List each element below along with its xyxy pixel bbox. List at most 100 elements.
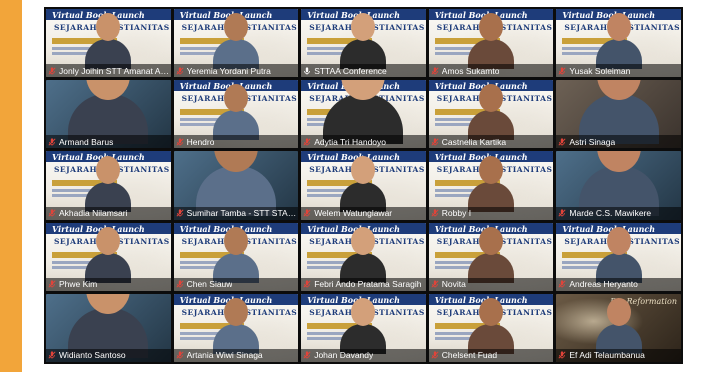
mic-muted-icon <box>176 67 184 75</box>
participant-video <box>323 80 404 145</box>
name-bar: Hendro <box>173 135 299 149</box>
name-bar: Akhadia Nilamsari <box>46 206 171 220</box>
participant-tile[interactable]: Virtual Book LaunchSEJARAH KRISTIANITAS … <box>46 9 171 78</box>
participant-tile[interactable]: Virtual Book LaunchSEJARAH KRISTIANITAS … <box>173 9 299 78</box>
participant-video <box>595 226 642 283</box>
participant-tile[interactable]: Astri Sinaga <box>556 80 681 149</box>
participant-tile[interactable]: Virtual Book LaunchSEJARAH KRISTIANITAS … <box>556 9 681 78</box>
participant-video <box>468 155 515 212</box>
participant-tile[interactable]: Virtual Book LaunchSEJARAH KRISTIANITAS … <box>301 80 426 149</box>
participant-name: Yeremia Yordani Putra <box>186 65 271 76</box>
name-bar: Marde C.S. Mawikere <box>556 206 681 220</box>
participant-tile[interactable]: Virtual Book LaunchSEJARAH KRISTIANITAS … <box>301 293 426 362</box>
participant-name: Ef Adi Telaumbanua <box>569 350 645 361</box>
participant-tile[interactable]: Armand Barus <box>46 80 171 149</box>
participant-name: Castnelia Kartika <box>441 136 507 147</box>
participant-tile[interactable]: Virtual Book LaunchSEJARAH KRISTIANITAS … <box>173 222 299 291</box>
participant-video <box>212 297 259 354</box>
participant-video <box>340 226 387 283</box>
participant-name: Armand Barus <box>59 136 114 147</box>
participant-tile[interactable]: Virtual Book LaunchSEJARAH KRISTIANITAS … <box>173 80 299 149</box>
mic-muted-icon <box>48 67 56 75</box>
participant-name: Novita <box>441 279 466 290</box>
name-bar: Chelsent Fuad <box>428 348 554 362</box>
mic-muted-icon <box>176 209 184 217</box>
participant-name: Widianto Santoso <box>59 350 126 361</box>
participant-tile[interactable]: Die Reformation Ef Adi Telaumbanua <box>556 293 681 362</box>
mic-muted-icon <box>558 67 566 75</box>
participant-tile[interactable]: Virtual Book LaunchSEJARAH KRISTIANITAS … <box>428 151 554 220</box>
mic-muted-icon <box>48 209 56 217</box>
video-grid: Virtual Book Launch SEJARAH KRISTIANITAS … <box>44 7 683 364</box>
participant-video <box>468 84 515 141</box>
participant-name: STTAA Conference <box>314 65 387 76</box>
name-bar: Artania Wiwi Sinaga <box>173 348 299 362</box>
participant-tile[interactable]: Virtual Book LaunchSEJARAH KRISTIANITAS … <box>301 9 426 78</box>
participant-video <box>468 13 515 70</box>
participant-tile[interactable]: Virtual Book LaunchSEJARAH KRISTIANITAS … <box>428 9 554 78</box>
participant-name: Artania Wiwi Sinaga <box>186 350 263 361</box>
participant-video <box>595 13 642 70</box>
name-bar: STTAA Conference <box>301 64 426 78</box>
participant-tile[interactable]: Widianto Santoso <box>46 293 171 362</box>
participant-video <box>195 151 276 216</box>
participant-tile[interactable]: Virtual Book LaunchSEJARAH KRISTIANITAS … <box>301 151 426 220</box>
mic-muted-icon <box>431 351 439 360</box>
participant-name: Chen Siauw <box>186 279 233 290</box>
participant-name: Yusak Soleiman <box>569 65 631 76</box>
participant-video <box>340 297 387 354</box>
mic-muted-icon <box>303 280 311 288</box>
participant-tile[interactable]: Virtual Book LaunchSEJARAH KRISTIANITAS … <box>428 293 554 362</box>
participant-video <box>85 226 132 283</box>
mic-muted-icon <box>48 138 56 146</box>
participant-video <box>468 226 515 283</box>
mic-muted-icon <box>431 67 439 75</box>
mic-muted-icon <box>431 280 439 288</box>
name-bar: Amos Sukamto <box>428 64 554 78</box>
participant-tile[interactable]: Sumihar Tamba - STT STAR ... <box>173 151 299 220</box>
participant-tile[interactable]: Marde C.S. Mawikere <box>556 151 681 220</box>
participant-name: Johan Davandy <box>314 350 374 361</box>
mic-muted-icon <box>431 138 439 146</box>
participant-tile[interactable]: Virtual Book LaunchSEJARAH KRISTIANITAS … <box>428 80 554 149</box>
name-bar: Armand Barus <box>46 135 171 149</box>
name-bar: Adytia Tri Handoyo <box>301 135 426 149</box>
mic-muted-icon <box>431 209 439 217</box>
participant-video <box>468 297 515 354</box>
participant-video <box>212 13 259 70</box>
mic-muted-icon <box>558 138 566 146</box>
participant-video <box>595 297 642 354</box>
participant-video <box>68 293 149 358</box>
name-bar: Widianto Santoso <box>46 348 171 362</box>
mic-muted-icon <box>558 351 566 360</box>
name-bar: Yeremia Yordani Putra <box>173 64 299 78</box>
participant-tile[interactable]: Virtual Book LaunchSEJARAH KRISTIANITAS … <box>173 293 299 362</box>
participant-video <box>340 155 387 212</box>
participant-tile[interactable]: Virtual Book LaunchSEJARAH KRISTIANITAS … <box>46 222 171 291</box>
name-bar: Castnelia Kartika <box>428 135 554 149</box>
participant-video <box>85 155 132 212</box>
participant-name: Jonly Joihin STT Amanat Ag... <box>59 65 171 76</box>
participant-tile[interactable]: Virtual Book LaunchSEJARAH KRISTIANITAS … <box>556 222 681 291</box>
name-bar: Johan Davandy <box>301 348 426 362</box>
participant-name: Phwe Kim <box>59 279 98 290</box>
participant-name: Febri Ando Pratama Saragih <box>314 279 422 290</box>
participant-name: Marde C.S. Mawikere <box>569 208 652 219</box>
name-bar: Ef Adi Telaumbanua <box>556 348 681 362</box>
participant-tile[interactable]: Virtual Book LaunchSEJARAH KRISTIANITAS … <box>301 222 426 291</box>
participant-name: Robby I <box>441 208 472 219</box>
mic-muted-icon <box>176 351 184 360</box>
name-bar: Phwe Kim <box>46 277 171 291</box>
name-bar: Sumihar Tamba - STT STAR ... <box>173 206 299 220</box>
mic-muted-icon <box>303 351 311 360</box>
participant-video <box>212 84 259 141</box>
participant-tile[interactable]: Virtual Book LaunchSEJARAH KRISTIANITAS … <box>428 222 554 291</box>
participant-name: Chelsent Fuad <box>441 350 498 361</box>
participant-name: Sumihar Tamba - STT STAR ... <box>186 208 299 219</box>
participant-tile[interactable]: Virtual Book LaunchSEJARAH KRISTIANITAS … <box>46 151 171 220</box>
participant-name: Astri Sinaga <box>569 136 616 147</box>
mic-muted-icon <box>558 209 566 217</box>
participant-video <box>68 80 149 145</box>
participant-name: Akhadia Nilamsari <box>59 208 128 219</box>
name-bar: Robby I <box>428 206 554 220</box>
